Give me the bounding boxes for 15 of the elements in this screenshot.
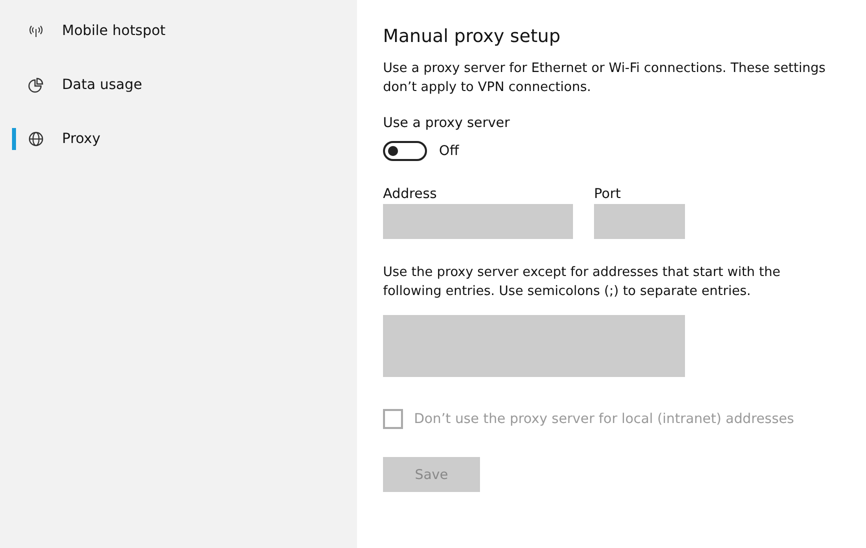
description-text: Use a proxy server for Ethernet or Wi-Fi connections. These settings don’t apply to VPN connections. [383,60,826,97]
hotspot-icon [28,23,44,39]
exceptions-text: Use the proxy server except for addresses that start with the following entries. Use semicolons (;) to separate entries. [383,264,782,301]
toggle-switch[interactable] [383,141,427,161]
page-title: Manual proxy setup [383,26,562,47]
toggle-state: Off [439,143,459,159]
toggle-label: Use a proxy server [383,115,511,131]
port-label: Port [594,186,622,202]
sidebar-item[interactable]: Data usage [0,72,357,98]
sidebar-item[interactable]: Proxy [0,126,357,152]
checkbox-label: Don’t use the proxy server for local (intranet) addresses [414,411,794,427]
globe-icon [28,131,44,147]
sidebar-item[interactable]: Mobile hotspot [0,18,357,44]
address-label: Address [383,186,438,202]
pie-chart-icon [28,77,44,93]
